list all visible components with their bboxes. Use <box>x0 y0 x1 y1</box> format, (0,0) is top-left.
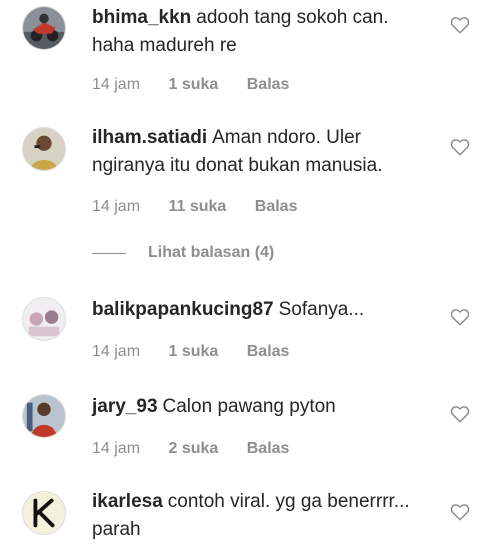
comment-meta: 14 jam 1 suka Balas <box>92 343 313 361</box>
comment-username[interactable]: ikarlesa <box>92 491 163 512</box>
comment-time: 14 jam <box>92 76 141 93</box>
view-replies-label: Lihat balasan (4) <box>148 244 275 261</box>
comment-meta: 14 jam 2 suka Balas <box>92 440 313 458</box>
comment-likes[interactable]: 11 suka <box>168 198 226 216</box>
comment-username[interactable]: balikpapankucing87 <box>92 299 274 320</box>
person-red-avatar-icon <box>23 395 65 437</box>
comment-text: Calon pawang pyton <box>162 396 336 417</box>
comment-username[interactable]: jary_93 <box>92 396 158 417</box>
heart-icon[interactable] <box>450 308 470 326</box>
comment-username[interactable]: ilham.satiadi <box>92 127 207 148</box>
view-replies-button[interactable]: Lihat balasan (4) <box>92 244 274 262</box>
reply-button[interactable]: Balas <box>247 440 290 458</box>
letter-k-avatar-icon <box>23 492 65 534</box>
comment-likes[interactable]: 2 suka <box>168 440 218 458</box>
comment-likes[interactable]: 1 suka <box>168 343 218 361</box>
comment-meta: 14 jam 1 suka Balas <box>92 76 313 94</box>
avatar[interactable] <box>22 127 66 171</box>
heart-icon[interactable] <box>450 138 470 156</box>
heart-icon[interactable] <box>450 503 470 521</box>
comment-likes[interactable]: 1 suka <box>168 76 218 94</box>
avatar[interactable] <box>22 491 66 535</box>
comment-meta: 14 jam 11 suka Balas <box>92 198 321 216</box>
comment-time: 14 jam <box>92 343 141 360</box>
heart-icon[interactable] <box>450 405 470 423</box>
replies-divider <box>92 252 126 254</box>
reply-button[interactable]: Balas <box>247 343 290 361</box>
reply-button[interactable]: Balas <box>255 198 298 216</box>
reply-button[interactable]: Balas <box>247 76 290 94</box>
heart-icon[interactable] <box>450 16 470 34</box>
cats-avatar-icon <box>23 298 65 340</box>
comment-username[interactable]: bhima_kkn <box>92 7 191 28</box>
avatar[interactable] <box>22 297 66 341</box>
avatar[interactable] <box>22 394 66 438</box>
comment-time: 14 jam <box>92 440 141 457</box>
comment-text: Sofanya... <box>278 299 365 320</box>
motorbike-avatar-icon <box>23 7 65 49</box>
comment-time: 14 jam <box>92 198 141 215</box>
person-avatar-icon <box>23 128 65 170</box>
avatar[interactable] <box>22 6 66 50</box>
